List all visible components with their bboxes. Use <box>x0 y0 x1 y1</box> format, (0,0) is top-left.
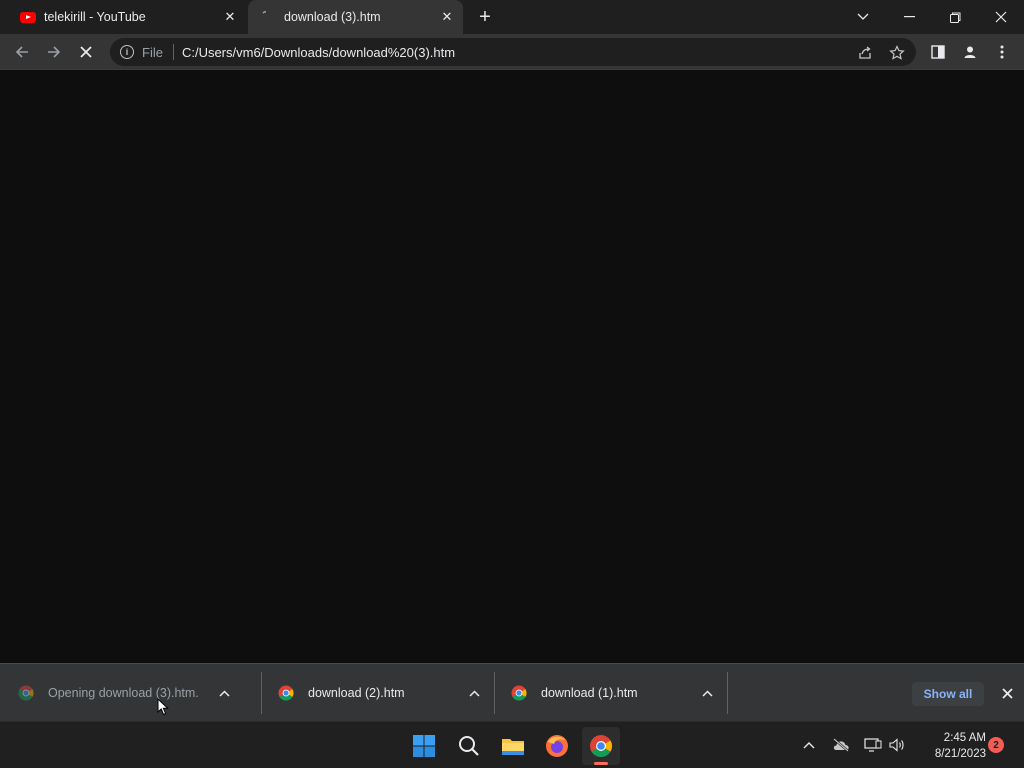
tab-close-icon[interactable]: ✕ <box>220 7 240 27</box>
tab-close-icon[interactable]: ✕ <box>437 7 457 27</box>
download-label: download (2).htm <box>308 686 405 700</box>
side-panel-icon <box>931 45 945 59</box>
mouse-cursor-icon <box>157 698 169 716</box>
back-button[interactable] <box>10 40 34 64</box>
file-explorer-button[interactable] <box>494 727 532 765</box>
page-content <box>0 70 1024 663</box>
clock-date: 8/21/2023 <box>934 748 986 760</box>
network-icon <box>864 738 882 752</box>
speaker-icon <box>889 738 904 752</box>
minimize-button[interactable] <box>886 0 932 34</box>
tab-download-3[interactable]: download (3).htm ✕ <box>248 0 463 34</box>
show-hidden-icons-button[interactable] <box>798 734 820 756</box>
download-item-1[interactable]: download (1).htm <box>493 664 717 722</box>
clock-time: 2:45 AM <box>943 732 986 744</box>
firefox-icon <box>546 735 568 757</box>
active-app-indicator <box>594 762 608 765</box>
download-item-3[interactable]: Opening download (3).htm... <box>0 664 234 722</box>
windows-start-icon <box>413 735 435 757</box>
kebab-menu-icon <box>1000 45 1004 59</box>
download-item-2[interactable]: download (2).htm <box>260 664 484 722</box>
start-button[interactable] <box>405 727 443 765</box>
address-bar[interactable]: i File C:/Users/vm6/Downloads/download%2… <box>110 38 916 66</box>
share-icon[interactable] <box>856 44 874 62</box>
menu-button[interactable] <box>990 40 1014 64</box>
chrome-file-icon <box>278 685 294 701</box>
chrome-file-icon <box>511 685 527 701</box>
loading-icon <box>260 9 276 25</box>
chrome-taskbar-button[interactable] <box>582 727 620 765</box>
show-all-downloads-button[interactable]: Show all <box>912 682 984 706</box>
taskbar-search-button[interactable] <box>450 727 488 765</box>
restore-button[interactable] <box>932 0 978 34</box>
restore-icon <box>949 12 960 23</box>
download-label: Opening download (3).htm... <box>48 686 198 700</box>
system-clock[interactable]: 2:45 AM 8/21/2023 <box>912 730 986 762</box>
forward-arrow-icon <box>48 46 61 58</box>
chevron-up-icon <box>803 741 815 748</box>
chevron-up-icon[interactable] <box>697 683 717 703</box>
chrome-icon <box>590 735 612 757</box>
minimize-icon <box>903 16 915 18</box>
tab-title: telekirill - YouTube <box>44 10 146 24</box>
download-label: download (1).htm <box>541 686 638 700</box>
side-panel-button[interactable] <box>926 40 950 64</box>
tab-youtube[interactable]: telekirill - YouTube ✕ <box>8 0 246 34</box>
back-arrow-icon <box>15 46 28 58</box>
new-tab-button[interactable]: + <box>474 6 496 28</box>
close-icon <box>1001 687 1013 699</box>
divider <box>727 672 728 714</box>
notification-badge[interactable]: 2 <box>988 737 1004 753</box>
tab-title: download (3).htm <box>284 10 381 24</box>
browser-toolbar: i File C:/Users/vm6/Downloads/download%2… <box>0 34 1024 70</box>
chrome-file-icon <box>18 685 34 701</box>
omnibox-separator <box>172 44 174 60</box>
stop-icon <box>80 46 92 58</box>
file-explorer-icon <box>502 739 524 755</box>
onedrive-button[interactable] <box>830 734 852 756</box>
cloud-offline-icon <box>833 738 849 752</box>
tab-strip: telekirill - YouTube ✕ download (3).htm … <box>0 0 1024 34</box>
info-icon[interactable]: i <box>120 45 134 59</box>
bookmark-star-icon[interactable] <box>888 44 906 62</box>
download-shelf: Opening download (3).htm... download (2)… <box>0 663 1024 721</box>
volume-button[interactable] <box>886 734 908 756</box>
close-shelf-button[interactable] <box>996 682 1018 704</box>
close-icon <box>995 11 1007 23</box>
url-text[interactable]: C:/Users/vm6/Downloads/download%20(3).ht… <box>182 45 455 60</box>
chevron-up-icon[interactable] <box>464 683 484 703</box>
close-window-button[interactable] <box>978 0 1024 34</box>
windows-taskbar: 2:45 AM 8/21/2023 2 <box>0 721 1024 768</box>
firefox-button[interactable] <box>538 727 576 765</box>
forward-button[interactable] <box>42 40 66 64</box>
profile-button[interactable] <box>958 40 982 64</box>
scheme-label: File <box>142 44 163 60</box>
youtube-icon <box>20 9 36 25</box>
chevron-down-icon <box>857 13 869 20</box>
search-icon <box>459 736 479 756</box>
tab-search-button[interactable] <box>840 0 886 34</box>
chevron-up-icon[interactable] <box>214 683 234 703</box>
stop-loading-button[interactable] <box>74 40 98 64</box>
profile-icon <box>964 46 976 58</box>
network-button[interactable] <box>862 734 884 756</box>
